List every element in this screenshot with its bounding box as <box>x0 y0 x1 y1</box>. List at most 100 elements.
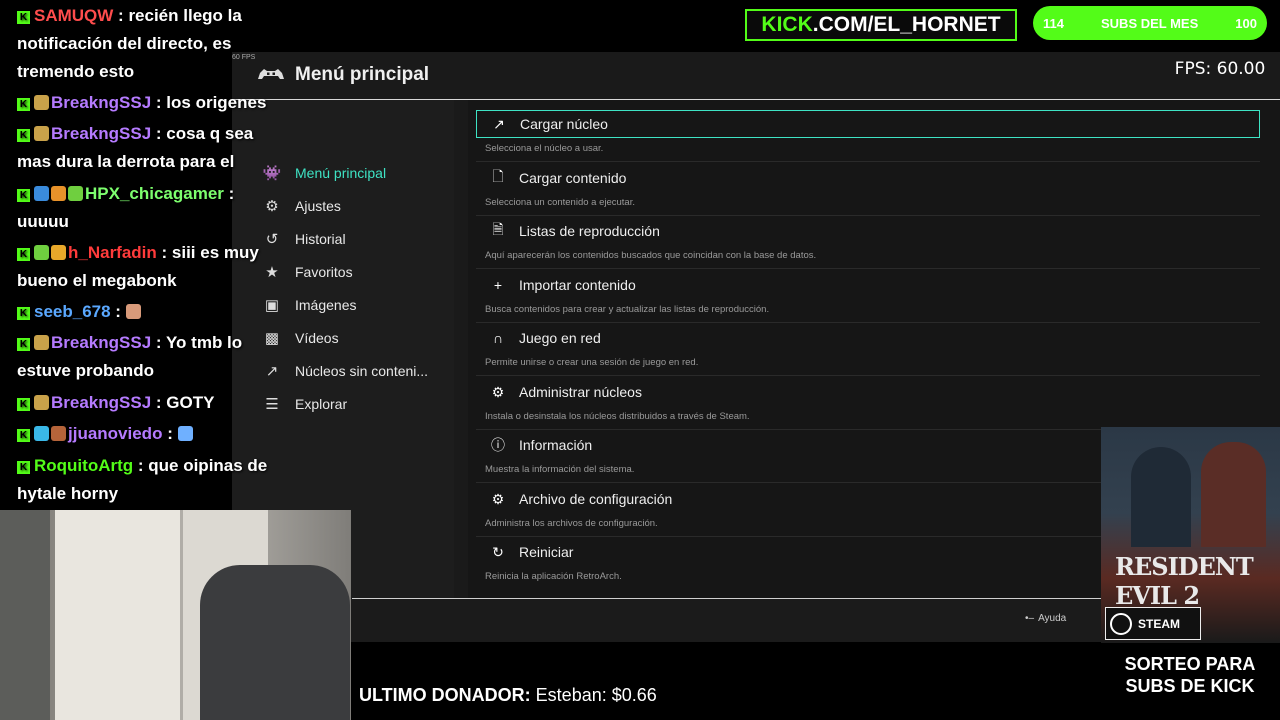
webcam-feed <box>0 510 351 720</box>
menu-item-label: Reiniciar <box>519 544 574 560</box>
menu-item-label: Juego en red <box>519 330 601 346</box>
menu-item-description: Busca contenidos para crear y actualizar… <box>485 304 770 315</box>
sidebar-item-label: Menú principal <box>295 165 387 181</box>
emote-icon <box>177 426 193 441</box>
emote-badge-icon <box>34 95 49 110</box>
kick-badge-icon: K <box>17 398 30 411</box>
sidebar-item-label: Historial <box>295 231 346 247</box>
chat-user: RoquitoArtg <box>34 456 134 475</box>
row-divider <box>476 215 1260 216</box>
menu-item-label: Listas de reproducción <box>519 223 660 239</box>
menu-item-description: Selecciona un contenido a ejecutar. <box>485 197 635 208</box>
giveaway-game-art: RESIDENT EVIL 2 STEAM <box>1101 427 1280 643</box>
steam-label: STEAM <box>1138 616 1180 631</box>
chat-user: BreakngSSJ <box>51 393 152 412</box>
fps-label: FPS: <box>1174 59 1212 79</box>
chat-text: los origenes <box>166 93 267 112</box>
kick-badge-icon: K <box>17 338 30 351</box>
menu-header: 60 FPS Menú principal <box>232 52 1280 100</box>
fps-counter: FPS: 60.00 <box>1160 52 1280 86</box>
gaming-chair <box>200 565 350 720</box>
kick-badge-icon: K <box>17 11 30 24</box>
chat-user: BreakngSSJ <box>51 124 152 143</box>
gears-icon: ⚙ <box>491 490 505 507</box>
chat-message: K HPX_chicagamer : uuuuu <box>17 184 235 231</box>
chat-message: K SAMUQW : recién llego la notificación d… <box>17 6 242 81</box>
row-divider <box>476 322 1260 323</box>
kick-channel-url: .COM/EL_HORNET <box>812 13 1001 36</box>
kick-badge-icon: K <box>17 429 30 442</box>
headset-icon: ∩ <box>492 330 504 346</box>
chat-user: SAMUQW <box>34 6 114 25</box>
chat-message: K BreakngSSJ : Yo tmb lo estuve probando <box>17 333 243 380</box>
chat-message: Kjjuanoviedo : <box>17 420 285 448</box>
menu-item-label: Administrar núcleos <box>519 384 642 400</box>
subs-goal: 100 <box>1235 15 1257 31</box>
subs-label: SUBS DEL MES <box>1101 15 1199 31</box>
chat-text: GOTY <box>166 393 215 412</box>
bookshelf <box>55 510 180 720</box>
sidebar-item-label: Núcleos sin conteni... <box>295 363 429 379</box>
emote-badge-icon <box>34 426 49 441</box>
menu-item-label: Archivo de configuración <box>519 491 673 507</box>
sidebar-item-label: Ajustes <box>295 198 341 214</box>
menu-item-label: Importar contenido <box>519 277 636 293</box>
gears-icon: ⚙ <box>491 383 505 400</box>
steam-logo-icon <box>1110 612 1132 635</box>
chat-message: K BreakngSSJ : los origenes <box>17 89 285 117</box>
kick-badge-icon: K <box>17 129 30 142</box>
giveaway-line-2: SUBS DE KICK <box>1125 676 1255 696</box>
kick-brand: KICK <box>761 13 813 36</box>
emote-badge-icon <box>68 186 83 201</box>
help-hint[interactable]: •– Ayuda <box>1025 613 1066 624</box>
donor-value: Esteban: $0.66 <box>535 685 657 705</box>
menu-item-description: Administra los archivos de configuración… <box>485 518 658 529</box>
rocket-icon: ↗ <box>493 115 505 132</box>
file-icon: 🗋 <box>492 168 504 184</box>
chat-user: BreakngSSJ <box>51 93 152 112</box>
chat-user: jjuanoviedo <box>68 424 163 443</box>
page-title: Menú principal <box>295 64 430 85</box>
kick-badge-icon: K <box>17 307 30 320</box>
menu-item-label: Cargar contenido <box>519 170 627 186</box>
menu-item-label: Información <box>519 437 593 453</box>
game-title: RESIDENT EVIL 2 <box>1115 552 1254 610</box>
kick-badge-icon: K <box>17 248 30 261</box>
chat-text: uuuuu <box>17 212 69 231</box>
menu-item-description: Permite unirse o crear una sesión de jue… <box>485 357 699 368</box>
steam-badge: STEAM <box>1105 607 1201 640</box>
menu-item-label: Cargar núcleo <box>520 116 608 132</box>
subs-current: 114 <box>1043 15 1064 31</box>
emote-badge-icon <box>51 186 66 201</box>
kick-badge-icon: K <box>17 461 30 474</box>
kick-channel-banner: KICK .COM/EL_HORNET <box>745 9 1017 41</box>
emote-badge-icon <box>34 395 49 410</box>
chat-message: Kh_Narfadin : siii es muy bueno el megab… <box>17 243 259 290</box>
help-label: Ayuda <box>1038 613 1067 624</box>
menu-item-description: Selecciona el núcleo a usar. <box>485 143 604 154</box>
kick-badge-icon: K <box>17 98 30 111</box>
kick-badge-icon: K <box>17 189 30 202</box>
donor-label: ULTIMO DONADOR: <box>359 685 531 705</box>
sidebar-item-label: Imágenes <box>295 297 357 313</box>
character-silhouette <box>1201 442 1266 547</box>
chat-user: BreakngSSJ <box>51 333 152 352</box>
plus-icon: + <box>493 277 503 293</box>
character-silhouette <box>1131 447 1191 547</box>
subs-goal-bar: 114 SUBS DEL MES 100 <box>1033 6 1267 40</box>
menu-item-description: Instala o desinstala los núcleos distrib… <box>485 411 750 422</box>
sidebar-item-label: Explorar <box>295 396 348 412</box>
sidebar-item-label: Vídeos <box>295 330 339 346</box>
emote-badge-icon <box>51 426 66 441</box>
controller-button-icon: •– <box>1025 613 1035 624</box>
menu-item-description: Aquí aparecerán los contenidos buscados … <box>485 250 817 261</box>
wall-shadow <box>0 510 50 720</box>
info-icon: ⓘ <box>491 437 505 453</box>
giveaway-line-1: SORTEO PARA <box>1124 654 1256 674</box>
chat-message: Kseeb_678 : <box>17 298 285 326</box>
chat-user: HPX_chicagamer <box>85 184 224 203</box>
chat-message: K BreakngSSJ : cosa q sea mas dura la der… <box>17 124 254 171</box>
emote-badge-icon <box>51 245 66 260</box>
row-divider <box>476 161 1260 162</box>
menu-item-description: Reinicia la aplicación RetroArch. <box>485 571 622 582</box>
